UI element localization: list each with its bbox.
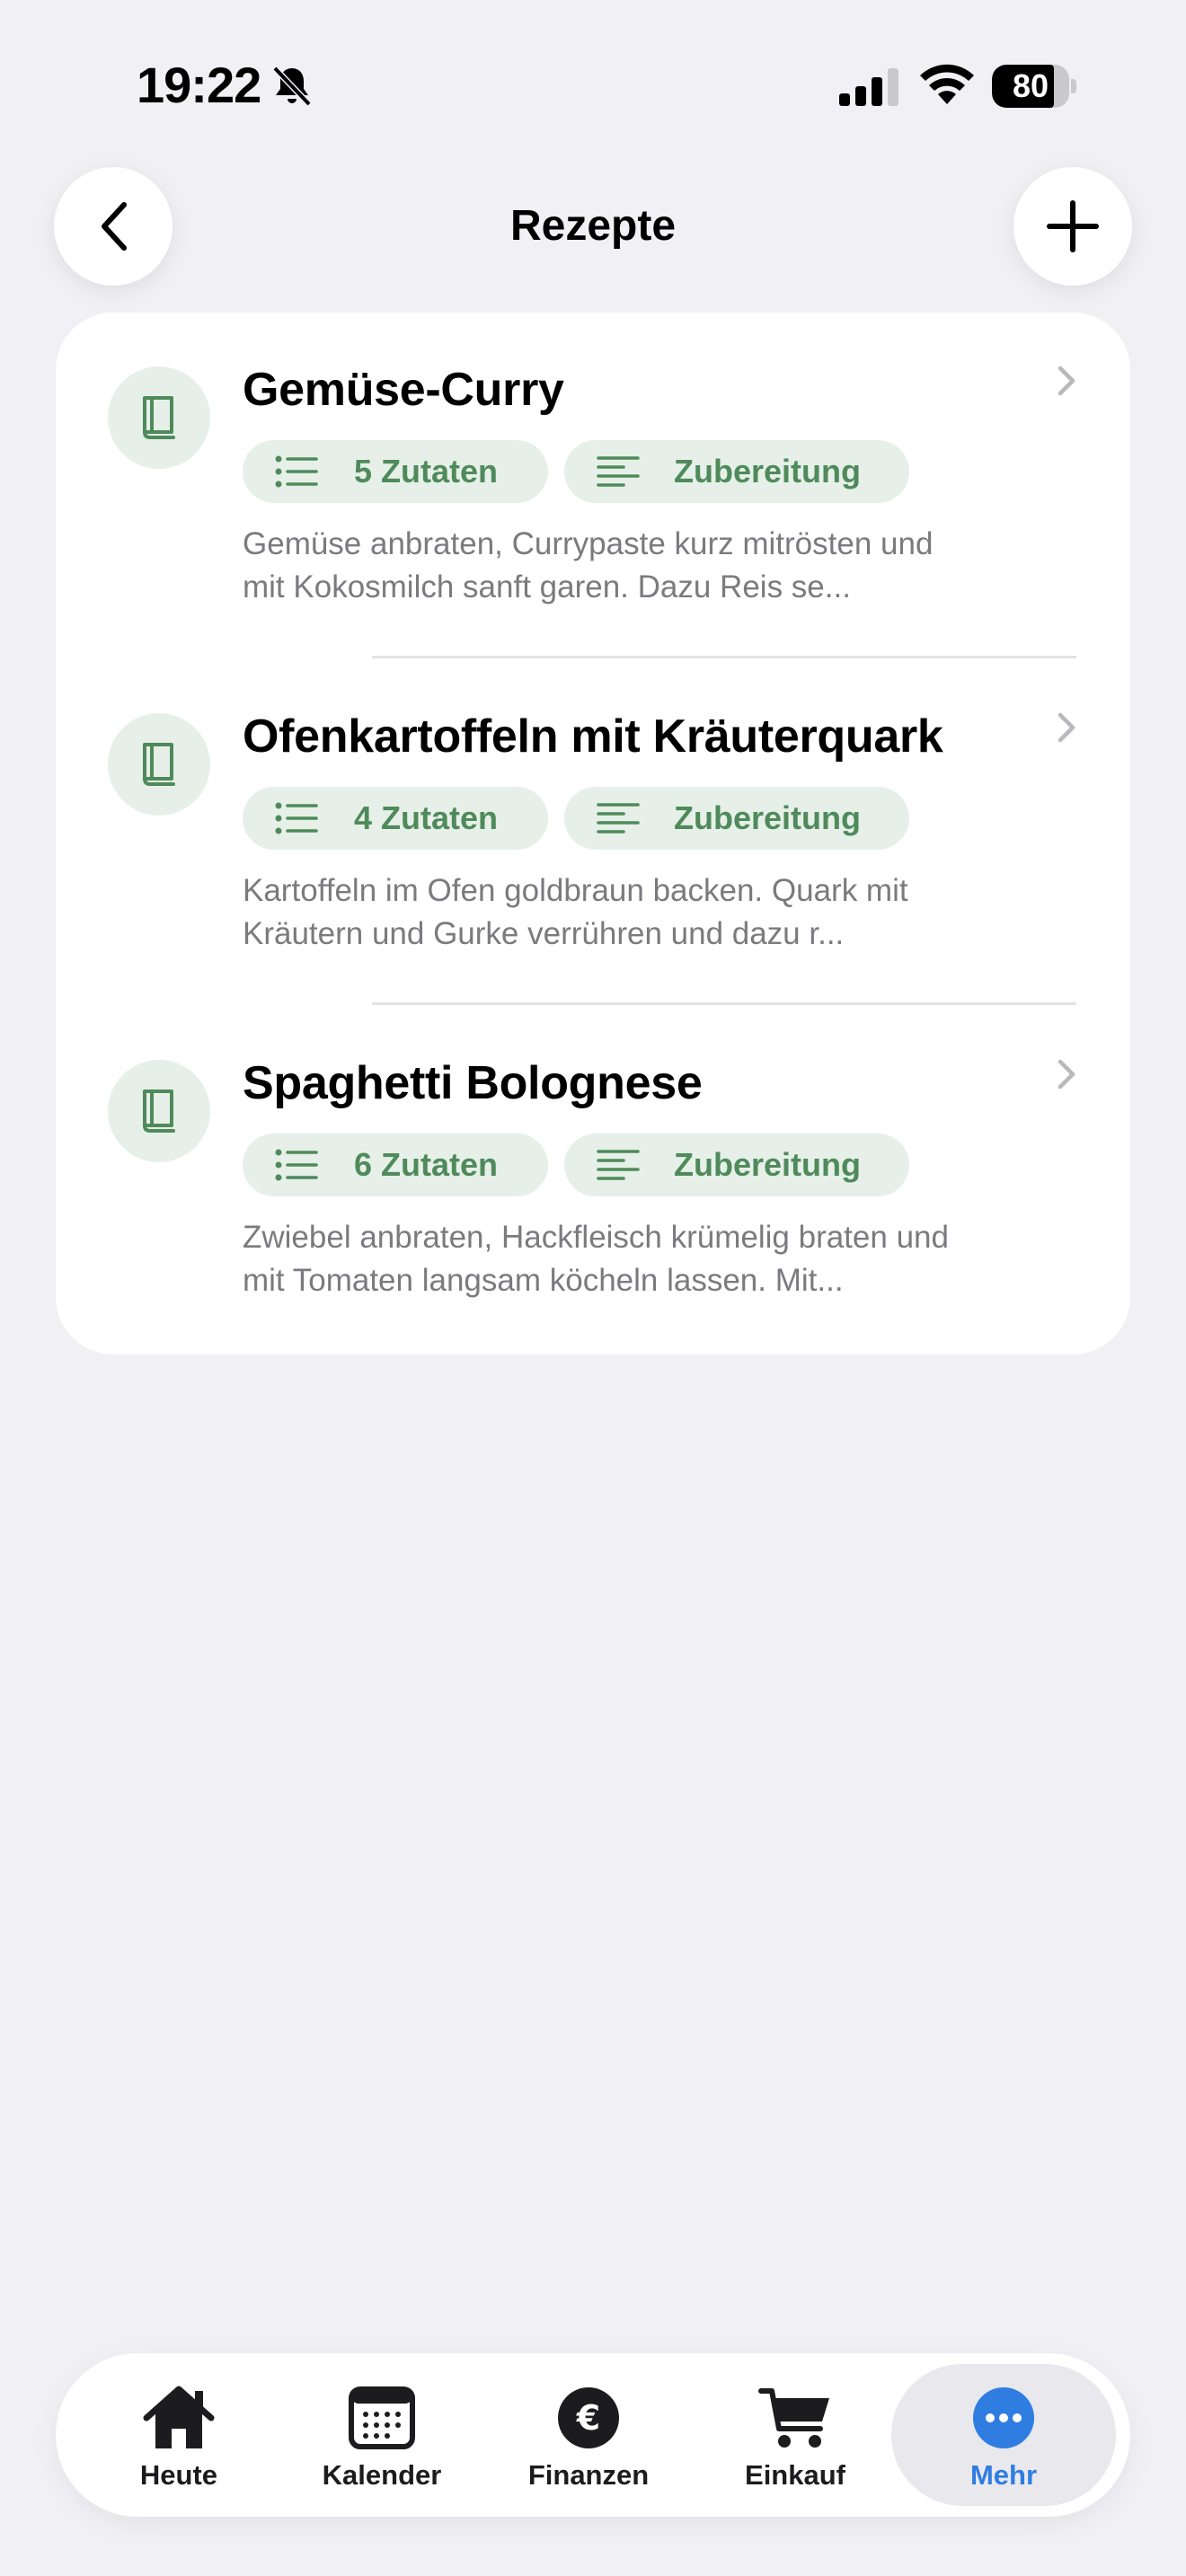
recipe-description: Zwiebel anbraten, Hackfleisch krümelig b… <box>243 1220 949 1298</box>
svg-text:€: € <box>576 2398 600 2438</box>
cart-icon <box>758 2388 829 2448</box>
recipe-list-item[interactable]: Spaghetti Bolognese 6 Zutaten Zubereitun… <box>56 1006 1130 1353</box>
tab-heute[interactable]: Heute <box>66 2364 291 2506</box>
recipe-list: Gemüse-Curry 5 Zutaten Zubereitung Gemüs… <box>56 313 1130 1354</box>
more-icon <box>973 2387 1034 2448</box>
book-icon <box>143 743 175 786</box>
divider <box>372 656 1076 658</box>
preparation-chip[interactable]: Zubereitung <box>564 787 909 850</box>
tab-label: Heute <box>139 2459 218 2491</box>
euro-icon: € <box>558 2387 619 2448</box>
chevron-right-icon <box>1058 366 1075 396</box>
tab-mehr[interactable]: Mehr <box>891 2364 1116 2506</box>
recipe-description: Gemüse anbraten, Currypaste kurz mitröst… <box>243 526 934 604</box>
ingredients-chip[interactable]: 6 Zutaten <box>243 1134 548 1196</box>
tab-label: Mehr <box>969 2459 1038 2491</box>
preparation-label: Zubereitung <box>674 453 861 490</box>
preparation-label: Zubereitung <box>674 1146 861 1183</box>
book-icon <box>143 1090 175 1133</box>
battery-indicator: 80 <box>992 65 1076 108</box>
ingredients-count: 6 Zutaten <box>353 1146 498 1183</box>
battery-percent: 80 <box>1012 67 1049 104</box>
recipe-list-item[interactable]: Ofenkartoffeln mit Kräuterquark 4 Zutate… <box>56 659 1130 1006</box>
preparation-chip[interactable]: Zubereitung <box>564 440 909 503</box>
status-time: 19:22 <box>137 57 261 113</box>
tab-finanzen[interactable]: € Finanzen <box>476 2364 701 2506</box>
book-icon <box>143 396 175 439</box>
ingredients-chip[interactable]: 4 Zutaten <box>243 787 548 850</box>
tab-label: Kalender <box>322 2459 442 2491</box>
calendar-icon <box>349 2386 415 2449</box>
recipe-list-item[interactable]: Gemüse-Curry 5 Zutaten Zubereitung Gemüs… <box>56 313 1130 659</box>
recipe-title: Ofenkartoffeln mit Kräuterquark <box>243 710 943 763</box>
recipe-description: Kartoffeln im Ofen goldbraun backen. Qua… <box>243 873 908 951</box>
tab-einkauf[interactable]: Einkauf <box>683 2364 907 2506</box>
status-bar: 19:22 80 <box>0 0 1186 171</box>
add-recipe-button[interactable] <box>1013 167 1132 286</box>
divider <box>372 1002 1076 1005</box>
recipes-screen: 19:22 80 Rezepte Gemüse-Curry 5 Zutaten … <box>0 0 1186 2576</box>
page-title: Rezepte <box>509 202 677 250</box>
chevron-right-icon <box>1058 712 1075 743</box>
tab-bar: Heute Kalender € Finanzen Einkauf Mehr <box>56 2353 1130 2517</box>
ingredients-count: 5 Zutaten <box>353 453 498 490</box>
recipe-title: Gemüse-Curry <box>243 364 564 416</box>
recipe-avatar <box>108 366 210 469</box>
tab-label: Finanzen <box>527 2459 650 2491</box>
recipe-avatar <box>108 1060 210 1162</box>
preparation-chip[interactable]: Zubereitung <box>564 1134 909 1196</box>
tab-kalender[interactable]: Kalender <box>270 2364 494 2506</box>
recipe-avatar <box>108 713 210 816</box>
preparation-label: Zubereitung <box>674 799 861 836</box>
signal-icon <box>839 68 898 106</box>
bell-off-icon <box>272 66 312 107</box>
house-icon <box>143 2386 215 2448</box>
ingredients-chip[interactable]: 5 Zutaten <box>243 440 548 503</box>
ingredients-count: 4 Zutaten <box>353 799 498 836</box>
wifi-icon <box>920 64 974 104</box>
chevron-right-icon <box>1058 1059 1075 1090</box>
tab-label: Einkauf <box>745 2459 845 2491</box>
plus-icon <box>1047 200 1099 252</box>
recipe-title: Spaghetti Bolognese <box>243 1057 703 1109</box>
